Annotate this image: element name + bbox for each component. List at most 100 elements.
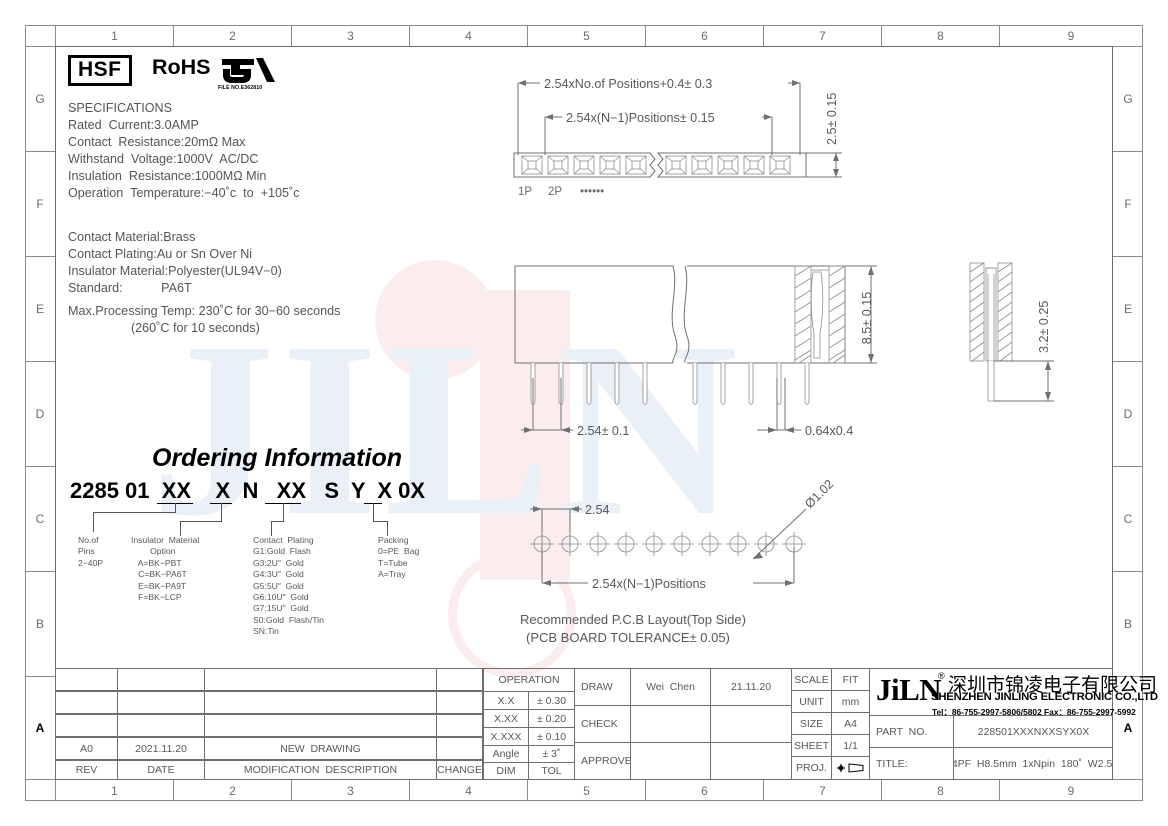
company-name-english: SHENZHEN JINLING ELECTRONIC CO.,LTD [931,691,1158,703]
meta-value-proj [832,757,870,780]
tol-val-xxxx: ± 0.10 [529,728,575,746]
hsf-logo: HSF [68,55,132,86]
zone-row-b-left: B [25,571,55,676]
leader-packing-horizontal [373,521,387,522]
zone-row-e-right: E [1113,256,1143,361]
zone-row-f-left: F [25,151,55,256]
tol-dim-xxx: X.XX [483,710,529,728]
ordering-info-title: Ordering Information [152,444,402,472]
dim-side-pitch-text: 2.54± 0.1 [577,424,629,438]
zone-col-1: 1 [55,25,173,46]
material-line-6: (260˚C for 10 seconds) [68,321,260,335]
zone-col-7: 7 [763,25,881,46]
leader-insulator-vertical-left [180,521,181,536]
zone-label: 2 [229,783,236,798]
tol-dim-xx: X.X [483,692,529,710]
zone-label: E [1123,302,1132,316]
zone-col-5: 5 [527,25,645,46]
zone-label: 4 [465,28,472,43]
zone-row-c-left: C [25,466,55,571]
rev-blank-cell [55,714,118,737]
zone-label: G [35,92,45,106]
dim-side-pin-text: 0.64x0.4 [805,424,853,438]
leader-insulator-horizontal [180,521,221,522]
ul-mark-icon [218,56,278,86]
zone-row-c-right: C [1113,466,1143,571]
zone-label: E [35,302,44,316]
zone-label: 7 [819,28,826,43]
signoff-name-approve [631,743,711,780]
zone-label: C [1123,512,1133,526]
zone-label: D [35,407,45,421]
drawing-sheet: JILN 1 2 3 4 5 6 7 8 9 1 2 3 4 5 6 7 8 9… [0,0,1168,826]
zone-label: F [36,197,44,211]
zone-col-9: 9 [999,25,1143,46]
zone-label: F [1124,197,1132,211]
signoff-date-check [711,706,792,743]
rev-blank-cell [437,714,483,737]
zone-label: 8 [937,783,944,798]
zone-col-4-bottom: 4 [409,780,527,801]
signoff-role-draw: DRAW [575,668,631,706]
meta-value-sheet: 1/1 [832,735,870,757]
zone-row-e-left: E [25,256,55,361]
ordering-note-insulator: Insulator Material Option A=BK−PBT C=BK−… [131,535,200,603]
registered-mark: ® [938,671,945,681]
leader-plating-horizontal [271,521,283,522]
pin-label-1: 1P [518,186,532,198]
zone-col-3-bottom: 3 [291,780,409,801]
zone-label: C [35,512,45,526]
tol-footer-dim: DIM [483,763,529,780]
pcb-caption-line2: (PCB BOARD TOLERANCE± 0.05) [526,630,730,645]
pcb-caption-line1: Recommended P.C.B Layout(Top Side) [520,612,746,627]
title-label: TITLE: [870,748,954,780]
zone-row-d-right: D [1113,361,1143,466]
title-value: 2.54PF H8.5mm 1xNpin 180˚ W2.5mm [954,748,1113,780]
zone-col-8: 8 [881,25,999,46]
signoff-role-approve: APPROVE [575,743,631,780]
zone-col-8-bottom: 8 [881,780,999,801]
ordering-code: 2285 01 XX X N XX S Y X 0X [70,478,426,503]
rev-blank-cell [437,668,483,691]
rohs-label: RoHS [152,55,211,79]
end-view-drawing: 3.2± 0.25 [960,258,1110,418]
rev-blank-cell [437,691,483,714]
zone-row-b-right: B [1113,571,1143,676]
rev-blank-cell [118,714,205,737]
signoff-role-check: CHECK [575,706,631,743]
rev-row-desc: NEW DRAWING [205,737,437,760]
ordering-note-plating: Contact Plating G1:Gold Flash G3:2U″ Gol… [253,535,324,637]
ul-file-number: FILE NO.E362810 [218,85,263,91]
spec-line-5: Operation Temperature:−40˚c to +105˚c [68,186,300,200]
spec-line-1: Rated Current:3.0AMP [68,118,199,132]
rev-blank-cell [205,691,437,714]
leader-plating-vertical-left [271,521,272,536]
zone-label: B [1123,617,1132,631]
tol-dim-angle: Angle [483,746,529,763]
rev-blank-cell [205,714,437,737]
zone-row-a-left: A [25,676,55,780]
zone-label: 3 [347,28,354,43]
meta-label-scale: SCALE [792,668,832,691]
rev-header-rev: REV [55,760,118,780]
leader-pins-vertical-right [175,503,176,513]
dim-overall-text: 2.54xNo.of Positions+0.4± 0.3 [544,77,712,91]
rev-row-change [437,737,483,760]
dim-side-height-text: 8.5± 0.15 [860,292,874,344]
zone-label: 7 [819,783,826,798]
hsf-label: HSF [78,58,122,81]
signoff-name-draw: Wei Chen [631,668,711,706]
projection-symbol-icon [836,757,866,779]
zone-label: A [35,721,45,735]
part-no-label: PART NO. [870,716,954,748]
zone-label: 2 [229,28,236,43]
zone-label: 1 [111,783,118,798]
zone-label: G [1123,92,1133,106]
zone-row-d-left: D [25,361,55,466]
material-line-5: Max.Processing Temp: 230˚C for 30−60 sec… [68,304,341,318]
zone-col-6-bottom: 6 [645,780,763,801]
meta-value-unit: mm [832,691,870,713]
material-line-4: Standard: PA6T [68,281,192,295]
dim-pcb-span-text: 2.54x(N−1)Positions [592,577,706,591]
material-line-1: Contact Material:Brass [68,230,196,244]
